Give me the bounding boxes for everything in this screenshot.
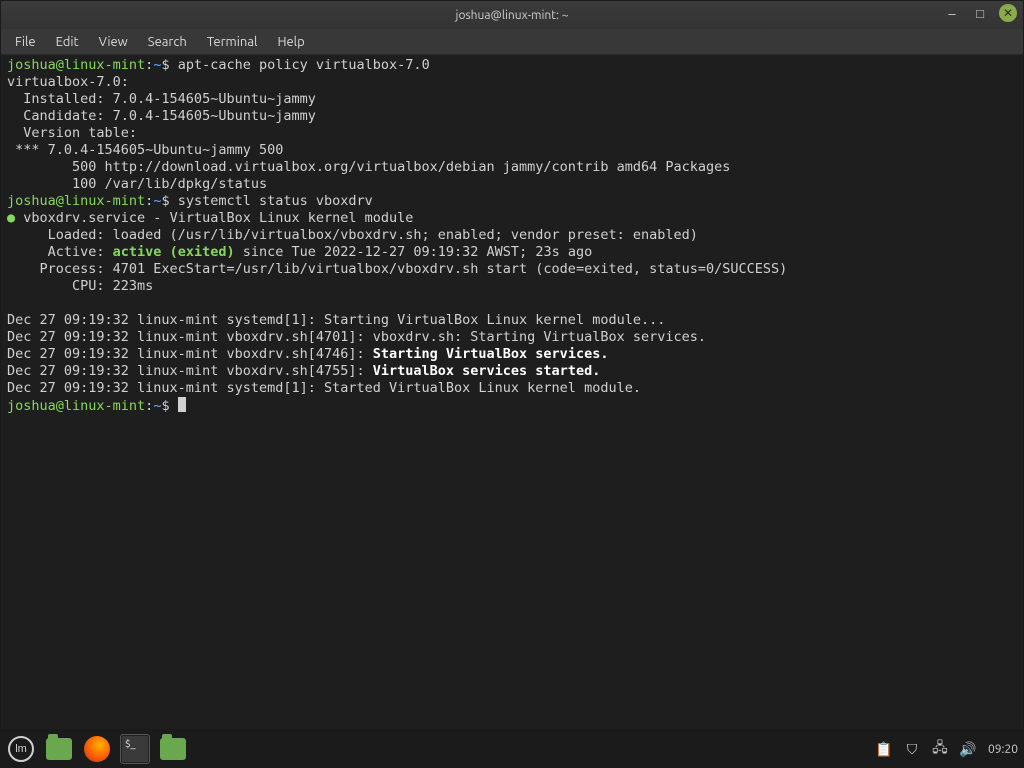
clipboard-tray-icon[interactable]: 📋 <box>876 741 892 757</box>
menu-search[interactable]: Search <box>138 32 197 52</box>
prompt-symbol: $ <box>161 57 169 73</box>
maximize-button[interactable]: □ <box>971 4 989 22</box>
log-2: Dec 27 09:19:32 linux-mint vboxdrv.sh[47… <box>7 329 706 345</box>
close-icon: ✕ <box>1003 6 1013 20</box>
log-1: Dec 27 09:19:32 linux-mint systemd[1]: S… <box>7 312 665 328</box>
minimize-button[interactable]: – <box>943 4 961 22</box>
shield-icon: ⛉ <box>907 741 918 758</box>
apt-vt-1: *** 7.0.4-154605~Ubuntu~jammy 500 <box>7 142 283 158</box>
menu-terminal[interactable]: Terminal <box>197 32 268 52</box>
svc-active-rest: since Tue 2022-12-27 09:19:32 AWST; 23s … <box>235 244 593 260</box>
desktop-icon <box>46 738 72 760</box>
window-title: joshua@linux-mint: ~ <box>456 9 569 22</box>
show-desktop-button[interactable] <box>44 734 74 764</box>
sound-tray-icon[interactable]: 🔊 <box>960 741 976 757</box>
apt-vt-2: 500 http://download.virtualbox.org/virtu… <box>7 159 730 175</box>
firefox-launcher[interactable] <box>82 734 112 764</box>
apt-header: virtualbox-7.0: <box>7 74 129 90</box>
shield-tray-icon[interactable]: ⛉ <box>904 741 920 757</box>
files-launcher[interactable] <box>158 734 188 764</box>
cmd-1: apt-cache policy virtualbox-7.0 <box>178 57 430 73</box>
svc-cpu: CPU: 223ms <box>7 278 153 294</box>
clipboard-icon: 📋 <box>875 741 892 758</box>
svc-active-label: Active: <box>7 244 113 260</box>
network-tray-icon[interactable]: 🖧 <box>932 741 948 757</box>
status-dot-icon: ● <box>7 210 15 226</box>
menu-edit[interactable]: Edit <box>46 32 89 52</box>
apt-vt-3: 100 /var/lib/dpkg/status <box>7 176 267 192</box>
terminal-launcher[interactable]: $_ <box>120 734 150 764</box>
mint-logo-icon: lm <box>8 736 34 762</box>
minimize-icon: – <box>948 6 955 21</box>
svc-active-state: active (exited) <box>113 244 235 260</box>
svc-header: vboxdrv.service - VirtualBox Linux kerne… <box>15 210 413 226</box>
network-icon: 🖧 <box>932 737 948 761</box>
firefox-icon <box>84 736 110 762</box>
menu-view[interactable]: View <box>89 32 138 52</box>
apt-candidate: Candidate: 7.0.4-154605~Ubuntu~jammy <box>7 108 316 124</box>
prompt-user: joshua@linux-mint <box>7 193 145 209</box>
menu-file[interactable]: File <box>5 32 46 52</box>
folder-icon <box>160 738 186 760</box>
log-5: Dec 27 09:19:32 linux-mint systemd[1]: S… <box>7 380 641 396</box>
menu-help[interactable]: Help <box>267 32 314 52</box>
terminal-body[interactable]: joshua@linux-mint:~$ apt-cache policy vi… <box>1 55 1023 729</box>
cursor <box>178 397 186 412</box>
log-4b: VirtualBox services started. <box>373 363 601 379</box>
svc-loaded: Loaded: loaded (/usr/lib/virtualbox/vbox… <box>7 227 698 243</box>
window-controls: – □ ✕ <box>943 4 1017 22</box>
taskbar: lm $_ 📋 ⛉ 🖧 🔊 09:20 <box>0 730 1024 768</box>
terminal-window: joshua@linux-mint: ~ – □ ✕ File Edit Vie… <box>0 0 1024 730</box>
log-3p: Dec 27 09:19:32 linux-mint vboxdrv.sh[47… <box>7 346 373 362</box>
close-button[interactable]: ✕ <box>999 4 1017 22</box>
titlebar[interactable]: joshua@linux-mint: ~ – □ ✕ <box>1 1 1023 29</box>
log-3b: Starting VirtualBox services. <box>373 346 609 362</box>
cmd-2: systemctl status vboxdrv <box>178 193 373 209</box>
prompt-symbol: $ <box>161 398 169 414</box>
menubar: File Edit View Search Terminal Help <box>1 29 1023 55</box>
terminal-icon: $_ <box>120 734 150 764</box>
prompt-symbol: $ <box>161 193 169 209</box>
apt-installed: Installed: 7.0.4-154605~Ubuntu~jammy <box>7 91 316 107</box>
menu-launcher[interactable]: lm <box>6 734 36 764</box>
clock[interactable]: 09:20 <box>988 743 1018 756</box>
prompt-user: joshua@linux-mint <box>7 57 145 73</box>
maximize-icon: □ <box>976 6 984 21</box>
prompt-user: joshua@linux-mint <box>7 398 145 414</box>
log-4p: Dec 27 09:19:32 linux-mint vboxdrv.sh[47… <box>7 363 373 379</box>
apt-vt-label: Version table: <box>7 125 137 141</box>
svc-process: Process: 4701 ExecStart=/usr/lib/virtual… <box>7 261 787 277</box>
sound-icon: 🔊 <box>959 741 976 758</box>
terminal-glyph: $_ <box>125 738 136 749</box>
